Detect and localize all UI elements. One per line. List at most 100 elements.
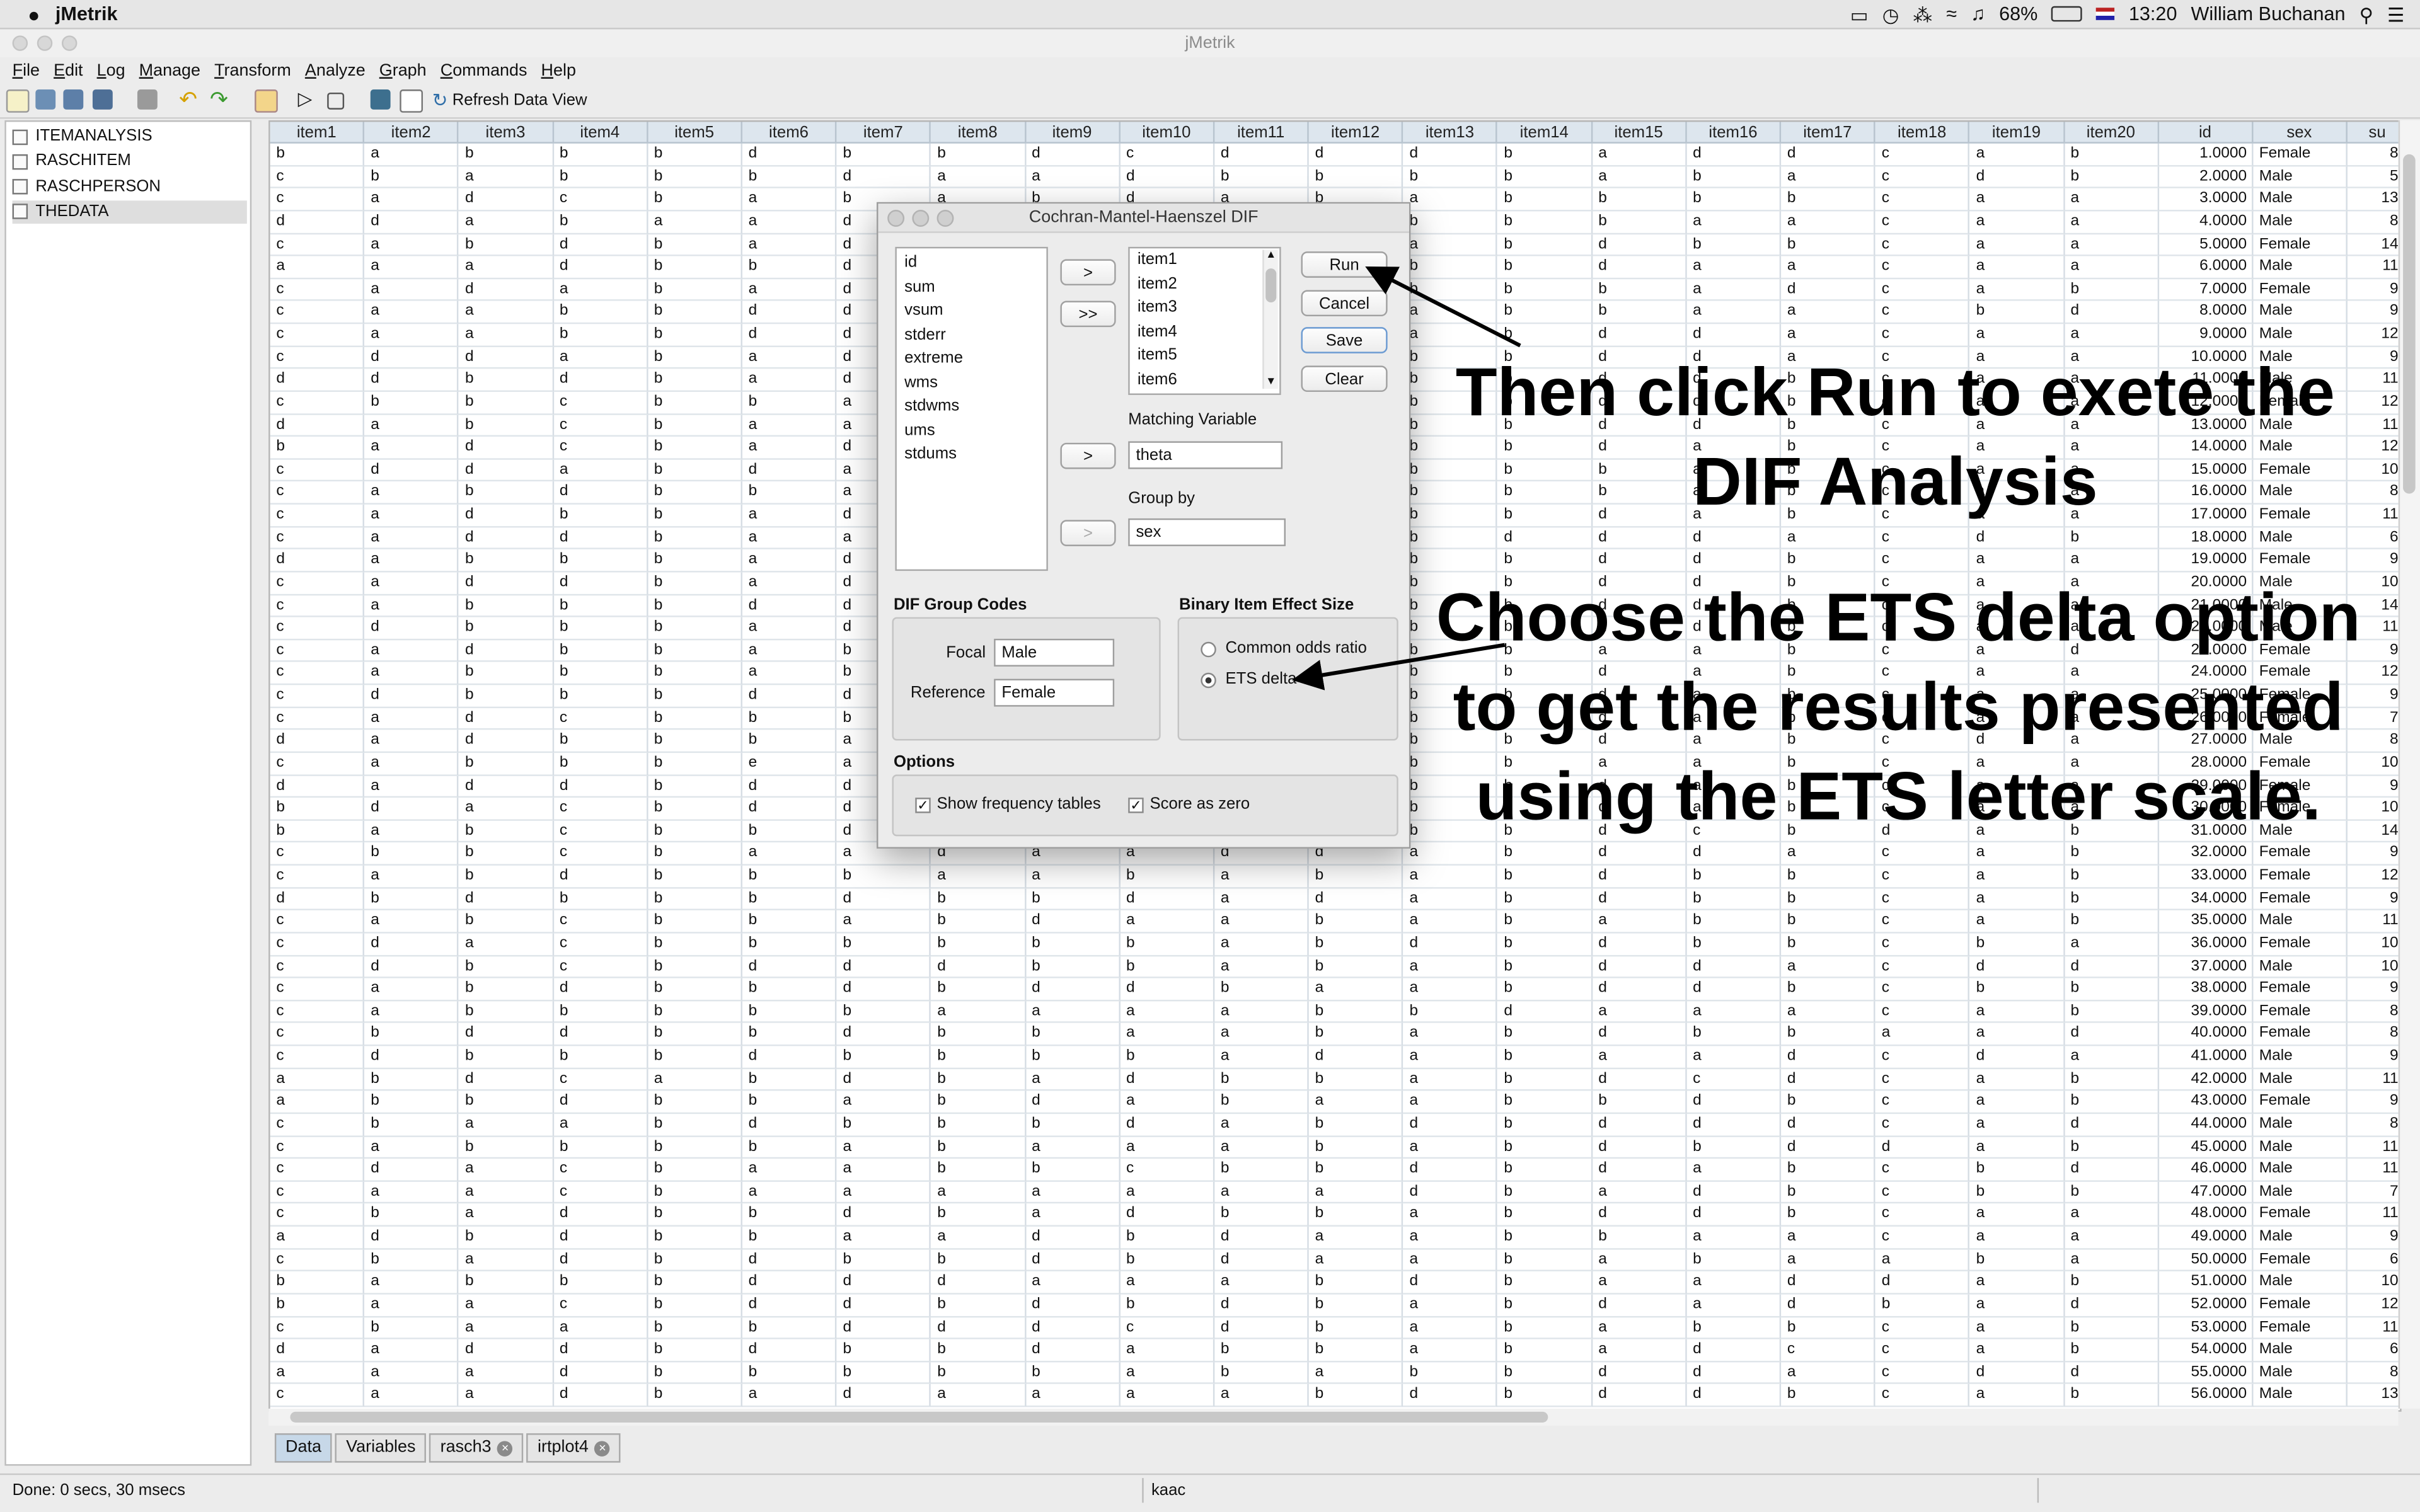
table-cell[interactable]: d [1969,956,2065,978]
table-row[interactable]: c d b b b d b b b b a d a b a a d c d a 41.0000 Male 9. [270,1046,2400,1069]
table-cell[interactable]: b [1120,956,1215,978]
table-cell[interactable]: b [1025,1159,1121,1182]
table-cell[interactable]: b [1969,1249,2065,1272]
table-cell[interactable]: c [553,188,648,212]
table-cell[interactable]: a [1403,956,1498,978]
table-cell[interactable]: b [647,1000,742,1024]
table-cell[interactable]: a [364,1136,459,1159]
user-name[interactable]: William Buchanan [2191,1,2346,26]
table-cell[interactable]: d [1686,978,1782,1001]
table-cell[interactable]: d [1592,1136,1687,1159]
common-odds-ratio-radio[interactable] [1201,641,1216,658]
table-cell[interactable]: Female [2252,1249,2348,1272]
table-cell[interactable]: b [1497,1023,1593,1046]
table-cell[interactable]: b [459,865,554,888]
table-cell[interactable]: d [1686,1091,1782,1114]
table-cell[interactable]: 44.0000 [2158,1113,2253,1137]
table-cell[interactable]: b [647,1384,742,1407]
table-cell[interactable]: b [1308,1023,1403,1046]
table-cell[interactable]: b [836,1113,931,1137]
table-cell[interactable]: a [364,437,459,460]
menu-edit[interactable]: Edit [54,57,83,85]
table-cell[interactable]: d [836,956,931,978]
table-cell[interactable]: b [647,278,742,302]
table-cell[interactable]: d [459,459,554,483]
table-cell[interactable]: a [1025,1000,1121,1024]
vertical-scroll-thumb[interactable] [2403,154,2416,494]
table-cell[interactable]: b [459,1000,554,1024]
table-cell[interactable]: a [459,324,554,347]
table-cell[interactable]: b [742,256,837,279]
table-cell[interactable]: a [1686,1294,1782,1317]
table-cell[interactable]: a [1403,978,1498,1001]
table-cell[interactable]: c [1875,278,1970,302]
table-cell[interactable]: b [1308,1294,1403,1317]
table-cell[interactable]: a [742,617,837,640]
table-cell[interactable]: a [364,256,459,279]
table-cell[interactable]: c [1875,933,1970,956]
table-cell[interactable]: d [931,1317,1026,1340]
chart-icon[interactable] [370,89,391,110]
table-cell[interactable]: d [1969,527,2065,550]
column-header[interactable]: item10 [1120,122,1215,144]
table-cell[interactable]: a [2064,933,2159,956]
table-cell[interactable]: d [1403,143,1498,166]
table-cell[interactable]: c [1120,1317,1215,1340]
table-cell[interactable]: b [1686,234,1782,256]
table-cell[interactable]: b [1120,1226,1215,1249]
table-cell[interactable]: 7.0000 [2158,278,2253,302]
table-cell[interactable]: a [1120,1271,1215,1295]
table-cell[interactable]: a [364,549,459,573]
table-cell[interactable]: c [270,1046,365,1069]
table-cell[interactable]: b [459,391,554,415]
variable-list-item[interactable]: sum [897,275,1047,299]
table-cell[interactable]: a [1781,843,1876,866]
column-header[interactable]: item17 [1781,122,1876,144]
save-icon[interactable] [63,89,84,110]
table-cell[interactable]: c [270,865,365,888]
table-cell[interactable]: c [270,1159,365,1182]
table-cell[interactable]: a [1308,1249,1403,1272]
table-cell[interactable]: b [459,617,554,640]
table-cell[interactable]: b [1403,256,1498,279]
table-cell[interactable]: b [1497,843,1593,866]
table-cell[interactable]: b [1497,1249,1593,1272]
table-cell[interactable]: e [742,752,837,776]
table-cell[interactable]: a [1214,956,1309,978]
table-cell[interactable]: a [1592,1249,1687,1272]
table-cell[interactable]: Female [2252,865,2348,888]
table-cell[interactable]: Male [2252,256,2348,279]
table-cell[interactable]: Male [2252,1181,2348,1205]
table-cell[interactable]: a [1969,1271,2065,1295]
table-cell[interactable]: b [1403,166,1498,189]
table-cell[interactable]: b [459,685,554,708]
selected-item[interactable]: item6 [1130,368,1280,392]
table-cell[interactable]: b [553,888,648,911]
table-cell[interactable]: Male [2252,211,2348,234]
table-cell[interactable]: c [270,707,365,730]
redo-icon[interactable]: ↷ [210,88,230,110]
table-cell[interactable]: a [1403,1046,1498,1069]
table-cell[interactable]: c [270,278,365,302]
table-cell[interactable]: 14. [2347,234,2400,256]
table-cell[interactable]: d [270,369,365,392]
table-cell[interactable]: a [1214,888,1309,911]
table-cell[interactable]: b [2064,843,2159,866]
table-cell[interactable]: Male [2252,1113,2348,1137]
variable-list[interactable]: id sum vsum stderr extreme wms stdwms ums stdums [895,246,1048,571]
table-cell[interactable]: c [553,910,648,934]
table-cell[interactable]: c [270,1023,365,1046]
table-cell[interactable]: b [553,143,648,166]
table-cell[interactable]: b [1308,865,1403,888]
table-cell[interactable]: b [553,730,648,753]
menu-commands[interactable]: Commands [441,57,527,85]
table-cell[interactable]: a [1969,1317,2065,1340]
table-cell[interactable]: b [836,1361,931,1385]
table-cell[interactable]: Female [2252,234,2348,256]
menu-log[interactable]: Log [97,57,125,85]
column-header[interactable]: item16 [1686,122,1782,144]
menu-graph[interactable]: Graph [379,57,427,85]
table-cell[interactable]: a [1781,324,1876,347]
tree-item-raschperson[interactable]: RASCHPERSON [12,175,247,198]
table-cell[interactable]: d [1592,1294,1687,1317]
